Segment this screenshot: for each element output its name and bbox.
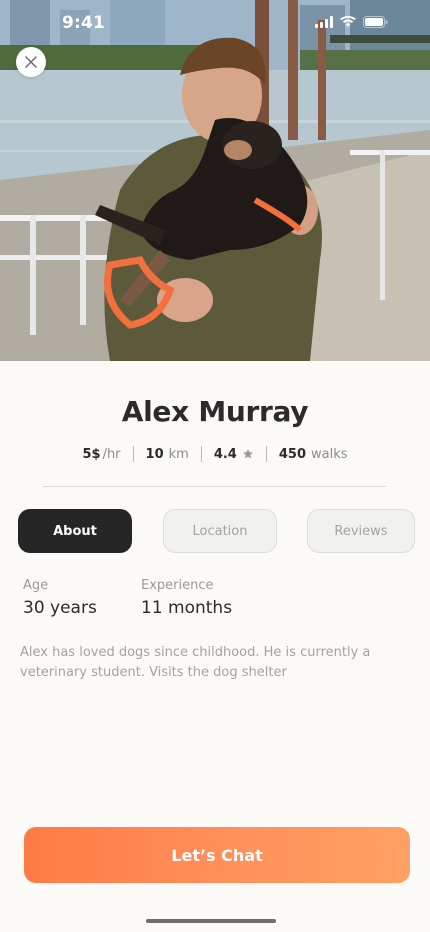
man-holding-dog-photo [0, 0, 430, 361]
rating-stat: 4.4 [202, 447, 266, 462]
section-divider [43, 486, 386, 487]
price-unit: /hr [102, 446, 121, 462]
walks-unit: walks [311, 446, 348, 462]
wifi-icon [340, 16, 356, 27]
tab-reviews[interactable]: Reviews [307, 509, 415, 553]
profile-photo [0, 0, 430, 361]
tab-about[interactable]: About [18, 509, 132, 553]
profile-stats: 5$ /hr 10 km 4.4 450 walks [0, 446, 430, 462]
cellular-signal-icon [315, 16, 333, 28]
age-value: 30 years [23, 598, 97, 618]
tab-location[interactable]: Location [163, 509, 277, 553]
status-icons [315, 16, 388, 28]
rating-value: 4.4 [213, 446, 237, 462]
battery-icon [363, 16, 388, 28]
age-label: Age [23, 578, 49, 593]
status-bar: 9:41 [0, 0, 430, 48]
status-time: 9:41 [62, 13, 106, 33]
price-stat: 5$ /hr [70, 447, 132, 462]
lets-chat-button[interactable]: Let’s Chat [24, 827, 410, 883]
experience-label: Experience [141, 578, 214, 593]
bio-text: Alex has loved dogs since childhood. He … [20, 645, 371, 680]
price-value: 5$ [82, 446, 101, 462]
distance-value: 10 [145, 446, 164, 462]
walks-value: 450 [278, 446, 306, 462]
distance-unit: km [168, 446, 189, 462]
star-icon [242, 449, 253, 459]
walks-stat: 450 walks [267, 447, 360, 462]
distance-stat: 10 km [134, 447, 201, 462]
close-icon [25, 56, 37, 68]
home-indicator [146, 919, 276, 923]
close-button[interactable] [16, 47, 46, 77]
experience-value: 11 months [141, 598, 233, 618]
profile-name: Alex Murray [121, 395, 309, 428]
